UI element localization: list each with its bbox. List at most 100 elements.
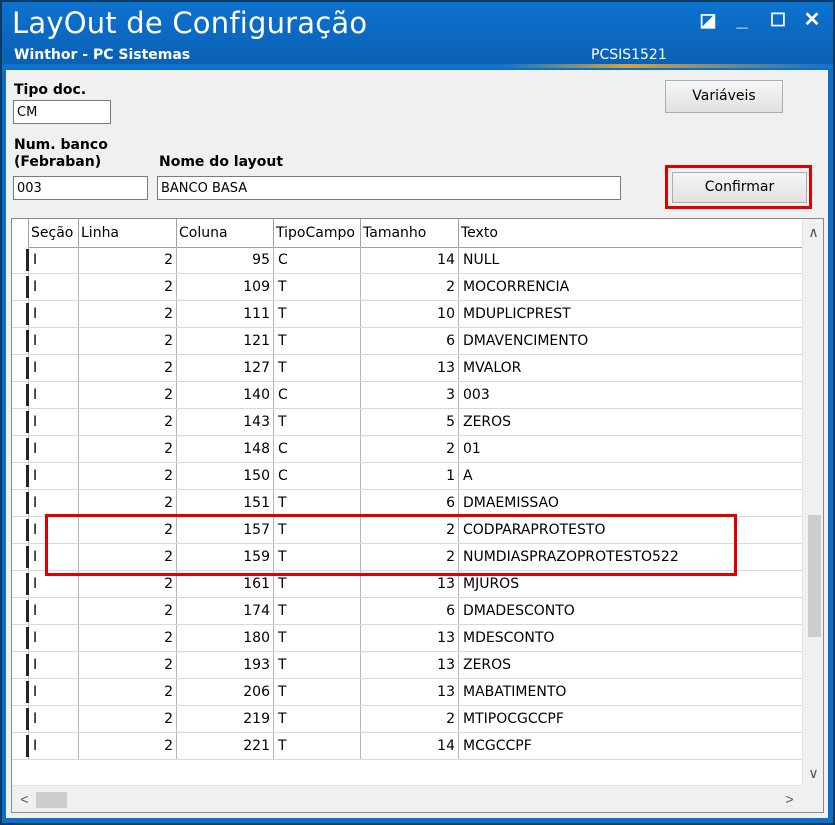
cell-tipocampo[interactable]: T: [274, 598, 361, 624]
cell-tipocampo[interactable]: T: [274, 490, 361, 516]
cell-secao[interactable]: I: [29, 355, 79, 381]
cell-coluna[interactable]: 109: [177, 274, 274, 300]
cell-secao[interactable]: I: [29, 247, 79, 273]
table-row[interactable]: I 2 159 T 2 NUMDIASPRAZOPROTESTO522: [12, 544, 802, 571]
horizontal-scrollbar[interactable]: < >: [12, 785, 802, 812]
cell-linha[interactable]: 2: [79, 598, 177, 624]
title-bar[interactable]: LayOut de Configuração Winthor - PC Sist…: [2, 2, 833, 68]
table-row[interactable]: I 2 127 T 13 MVALOR: [12, 355, 802, 382]
cell-coluna[interactable]: 140: [177, 382, 274, 408]
cell-linha[interactable]: 2: [79, 274, 177, 300]
cell-tamanho[interactable]: 6: [361, 598, 459, 624]
table-row[interactable]: I 2 157 T 2 CODPARAPROTESTO: [12, 517, 802, 544]
cell-coluna[interactable]: 95: [177, 247, 274, 273]
close-button[interactable]: ✕: [800, 10, 824, 30]
scroll-up-icon[interactable]: ∧: [803, 224, 823, 241]
tipo-doc-input[interactable]: CM: [13, 100, 111, 124]
cell-linha[interactable]: 2: [79, 652, 177, 678]
cell-coluna[interactable]: 193: [177, 652, 274, 678]
cell-texto[interactable]: 003: [459, 382, 802, 408]
cell-texto[interactable]: ZEROS: [459, 652, 802, 678]
table-row[interactable]: I 2 150 C 1 A: [12, 463, 802, 490]
cell-coluna[interactable]: 219: [177, 706, 274, 732]
cell-tamanho[interactable]: 6: [361, 328, 459, 354]
cell-linha[interactable]: 2: [79, 544, 177, 570]
cell-texto[interactable]: MABATIMENTO: [459, 679, 802, 705]
vertical-scroll-thumb[interactable]: [808, 515, 821, 637]
header-secao[interactable]: Seção: [29, 219, 79, 247]
cell-linha[interactable]: 2: [79, 247, 177, 273]
cell-tipocampo[interactable]: T: [274, 328, 361, 354]
cell-tipocampo[interactable]: C: [274, 463, 361, 489]
cell-tamanho[interactable]: 13: [361, 679, 459, 705]
cell-tipocampo[interactable]: T: [274, 625, 361, 651]
table-row[interactable]: I 2 140 C 3 003: [12, 382, 802, 409]
cell-linha[interactable]: 2: [79, 733, 177, 759]
cell-tamanho[interactable]: 6: [361, 490, 459, 516]
nome-layout-input[interactable]: BANCO BASA: [157, 176, 621, 200]
cell-linha[interactable]: 2: [79, 625, 177, 651]
cell-texto[interactable]: 01: [459, 436, 802, 462]
row-selector[interactable]: [12, 436, 29, 462]
cell-tamanho[interactable]: 2: [361, 706, 459, 732]
table-row[interactable]: I 2 161 T 13 MJUROS: [12, 571, 802, 598]
cell-coluna[interactable]: 157: [177, 517, 274, 543]
header-tipocampo[interactable]: TipoCampo: [274, 219, 361, 247]
cell-coluna[interactable]: 143: [177, 409, 274, 435]
row-selector[interactable]: [12, 571, 29, 597]
confirmar-button[interactable]: Confirmar: [672, 172, 807, 203]
cell-texto[interactable]: MDESCONTO: [459, 625, 802, 651]
cell-coluna[interactable]: 151: [177, 490, 274, 516]
cell-texto[interactable]: NULL: [459, 247, 802, 273]
cell-coluna[interactable]: 111: [177, 301, 274, 327]
cell-tamanho[interactable]: 13: [361, 355, 459, 381]
cell-tamanho[interactable]: 10: [361, 301, 459, 327]
vertical-scrollbar[interactable]: ∧ ∨: [802, 219, 823, 785]
cell-secao[interactable]: I: [29, 328, 79, 354]
cell-texto[interactable]: MJUROS: [459, 571, 802, 597]
cell-tipocampo[interactable]: T: [274, 274, 361, 300]
cell-coluna[interactable]: 121: [177, 328, 274, 354]
cell-tamanho[interactable]: 2: [361, 436, 459, 462]
cell-tamanho[interactable]: 14: [361, 733, 459, 759]
cell-texto[interactable]: NUMDIASPRAZOPROTESTO522: [459, 544, 802, 570]
cell-tamanho[interactable]: 2: [361, 274, 459, 300]
cell-tipocampo[interactable]: C: [274, 436, 361, 462]
cell-secao[interactable]: I: [29, 652, 79, 678]
cell-linha[interactable]: 2: [79, 706, 177, 732]
cell-tipocampo[interactable]: T: [274, 571, 361, 597]
cell-tipocampo[interactable]: C: [274, 382, 361, 408]
row-selector[interactable]: [12, 733, 29, 759]
cell-tipocampo[interactable]: T: [274, 706, 361, 732]
table-row[interactable]: I 2 111 T 10 MDUPLICPREST: [12, 301, 802, 328]
layout-grid[interactable]: Seção Linha Coluna TipoCampo Tamanho Tex…: [11, 218, 824, 813]
row-selector[interactable]: [12, 517, 29, 543]
table-row[interactable]: I 2 206 T 13 MABATIMENTO: [12, 679, 802, 706]
cell-coluna[interactable]: 221: [177, 733, 274, 759]
cell-secao[interactable]: I: [29, 517, 79, 543]
cell-tipocampo[interactable]: T: [274, 517, 361, 543]
cell-linha[interactable]: 2: [79, 571, 177, 597]
cell-linha[interactable]: 2: [79, 436, 177, 462]
cell-linha[interactable]: 2: [79, 409, 177, 435]
cell-linha[interactable]: 2: [79, 355, 177, 381]
header-linha[interactable]: Linha: [79, 219, 177, 247]
cell-coluna[interactable]: 180: [177, 625, 274, 651]
cell-secao[interactable]: I: [29, 301, 79, 327]
table-row[interactable]: I 2 121 T 6 DMAVENCIMENTO: [12, 328, 802, 355]
cell-secao[interactable]: I: [29, 625, 79, 651]
row-selector[interactable]: [12, 463, 29, 489]
cell-secao[interactable]: I: [29, 490, 79, 516]
cell-linha[interactable]: 2: [79, 382, 177, 408]
row-selector[interactable]: [12, 490, 29, 516]
cell-linha[interactable]: 2: [79, 301, 177, 327]
cell-texto[interactable]: CODPARAPROTESTO: [459, 517, 802, 543]
cell-secao[interactable]: I: [29, 463, 79, 489]
maximize-button[interactable]: ☐: [766, 10, 790, 30]
header-tamanho[interactable]: Tamanho: [361, 219, 459, 247]
row-selector[interactable]: [12, 247, 29, 273]
cell-linha[interactable]: 2: [79, 517, 177, 543]
row-selector[interactable]: [12, 598, 29, 624]
table-row[interactable]: I 2 151 T 6 DMAEMISSAO: [12, 490, 802, 517]
cell-secao[interactable]: I: [29, 733, 79, 759]
